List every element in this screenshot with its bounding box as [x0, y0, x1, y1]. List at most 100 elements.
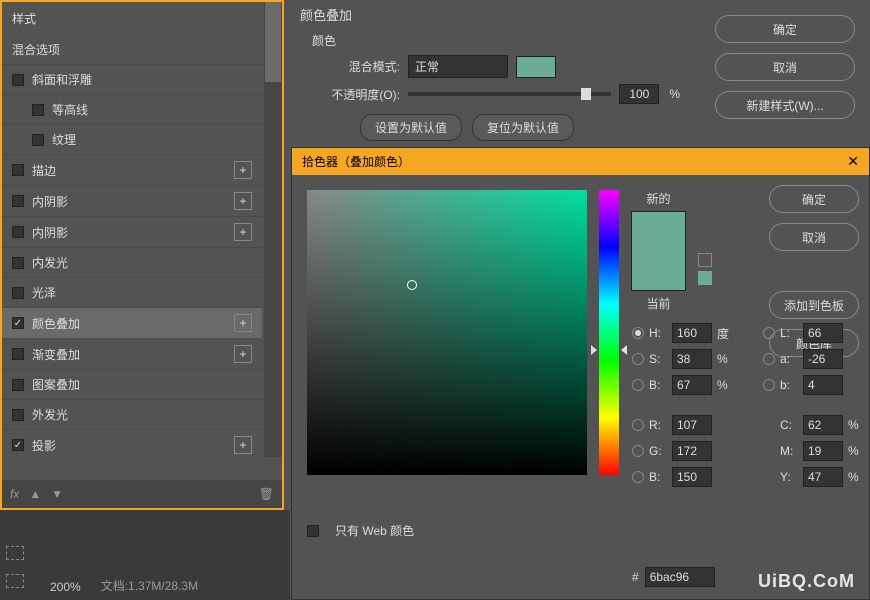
new-style-button[interactable]: 新建样式(W)...: [715, 91, 855, 119]
color-overlay-settings: 颜色叠加 颜色 混合模式: 正常 不透明度(O): % 设置为默认值 复位为默认…: [300, 5, 680, 141]
trash-icon[interactable]: 🗑: [259, 487, 274, 501]
add-icon[interactable]: +: [234, 161, 252, 179]
style-label: 颜色叠加: [32, 315, 80, 332]
y-input[interactable]: [803, 467, 843, 487]
restore-default-button[interactable]: 复位为默认值: [472, 114, 574, 141]
picker-cancel-button[interactable]: 取消: [769, 223, 859, 251]
close-icon[interactable]: ✕: [847, 153, 859, 170]
arrow-down-icon[interactable]: ▼: [51, 487, 63, 501]
radio-b[interactable]: [632, 379, 644, 391]
opacity-slider[interactable]: [408, 92, 611, 96]
hex-input[interactable]: [645, 567, 715, 587]
b2-label: b:: [780, 378, 798, 392]
style-inner-glow[interactable]: 内发光: [2, 248, 262, 278]
b2-input[interactable]: [803, 375, 843, 395]
style-outer-glow[interactable]: 外发光: [2, 400, 262, 430]
radio-h[interactable]: [632, 327, 644, 339]
zoom-level[interactable]: 200%: [50, 580, 81, 594]
radio-b2[interactable]: [763, 379, 775, 391]
status-bar: 200% 文档:1.37M/28.3M: [0, 510, 290, 600]
style-contour[interactable]: 等高线: [2, 95, 262, 125]
hue-cursor-right-icon: [621, 345, 627, 355]
m-input[interactable]: [803, 441, 843, 461]
websafe-icon[interactable]: [698, 271, 712, 285]
style-label: 内阴影: [32, 193, 68, 210]
style-gradient-overlay[interactable]: 渐变叠加+: [2, 339, 262, 370]
style-inner-shadow-2[interactable]: 内阴影+: [2, 217, 262, 248]
overlay-color-swatch[interactable]: [516, 56, 556, 78]
checkbox[interactable]: [32, 104, 44, 116]
checkbox[interactable]: [12, 379, 24, 391]
picker-ok-button[interactable]: 确定: [769, 185, 859, 213]
radio-a[interactable]: [763, 353, 775, 365]
style-pattern-overlay[interactable]: 图案叠加: [2, 370, 262, 400]
slider-thumb[interactable]: [581, 88, 591, 100]
checkbox[interactable]: [12, 348, 24, 360]
style-color-overlay[interactable]: 颜色叠加 +: [2, 308, 262, 339]
style-texture[interactable]: 纹理: [2, 125, 262, 155]
radio-s[interactable]: [632, 353, 644, 365]
web-only-checkbox[interactable]: [307, 525, 319, 537]
checkbox[interactable]: [12, 439, 24, 451]
fx-icon[interactable]: fx: [10, 487, 19, 501]
checkbox[interactable]: [12, 74, 24, 86]
checkbox[interactable]: [12, 195, 24, 207]
color-values: H:度 S:% B:% R: G: B: L: a: b: C:% M:% Y:…: [632, 323, 864, 487]
tool-icon[interactable]: [6, 574, 24, 588]
radio-bv[interactable]: [632, 471, 644, 483]
hue-strip[interactable]: [599, 190, 619, 475]
style-inner-shadow[interactable]: 内阴影 +: [2, 186, 262, 217]
radio-l[interactable]: [763, 327, 775, 339]
preview-new: [632, 212, 685, 251]
add-icon[interactable]: +: [234, 436, 252, 454]
radio-r[interactable]: [632, 419, 644, 431]
add-swatch-button[interactable]: 添加到色板: [769, 291, 859, 319]
add-icon[interactable]: +: [234, 314, 252, 332]
arrow-up-icon[interactable]: ▲: [29, 487, 41, 501]
sat-cursor[interactable]: [407, 280, 417, 290]
preview-current[interactable]: [632, 251, 685, 290]
b-input[interactable]: [672, 375, 712, 395]
scrollbar[interactable]: [264, 2, 282, 457]
s-input[interactable]: [672, 349, 712, 369]
g-input[interactable]: [672, 441, 712, 461]
r-input[interactable]: [672, 415, 712, 435]
tool-icon[interactable]: [6, 546, 24, 560]
blend-mode-label: 混合模式:: [320, 58, 400, 75]
picker-titlebar[interactable]: 拾色器（叠加颜色） ✕: [292, 148, 869, 175]
ok-button[interactable]: 确定: [715, 15, 855, 43]
checkbox[interactable]: [12, 287, 24, 299]
checkbox[interactable]: [12, 164, 24, 176]
cancel-button[interactable]: 取消: [715, 53, 855, 81]
h-input[interactable]: [672, 323, 712, 343]
add-icon[interactable]: +: [234, 223, 252, 241]
checkbox[interactable]: [12, 226, 24, 238]
checkbox[interactable]: [12, 257, 24, 269]
radio-g[interactable]: [632, 445, 644, 457]
h-label: H:: [649, 326, 667, 340]
color-preview: [631, 211, 686, 291]
bv-input[interactable]: [672, 467, 712, 487]
a-input[interactable]: [803, 349, 843, 369]
web-only-row: 只有 Web 颜色: [307, 522, 414, 539]
cube-icon[interactable]: [698, 253, 712, 267]
style-blend-options[interactable]: 混合选项: [2, 35, 262, 65]
style-stroke[interactable]: 描边+: [2, 155, 262, 186]
checkbox[interactable]: [32, 134, 44, 146]
style-bevel[interactable]: 斜面和浮雕: [2, 65, 262, 95]
hue-cursor-left-icon: [591, 345, 597, 355]
saturation-field[interactable]: [307, 190, 587, 475]
checkbox[interactable]: [12, 409, 24, 421]
set-default-button[interactable]: 设置为默认值: [360, 114, 462, 141]
l-input[interactable]: [803, 323, 843, 343]
style-drop-shadow[interactable]: 投影+: [2, 430, 262, 457]
scroll-thumb[interactable]: [265, 2, 281, 82]
style-satin[interactable]: 光泽: [2, 278, 262, 308]
blend-mode-select[interactable]: 正常: [408, 55, 508, 78]
checkbox[interactable]: [12, 317, 24, 329]
opacity-input[interactable]: [619, 84, 659, 104]
add-icon[interactable]: +: [234, 345, 252, 363]
c-input[interactable]: [803, 415, 843, 435]
h-unit: 度: [717, 325, 733, 342]
add-icon[interactable]: +: [234, 192, 252, 210]
